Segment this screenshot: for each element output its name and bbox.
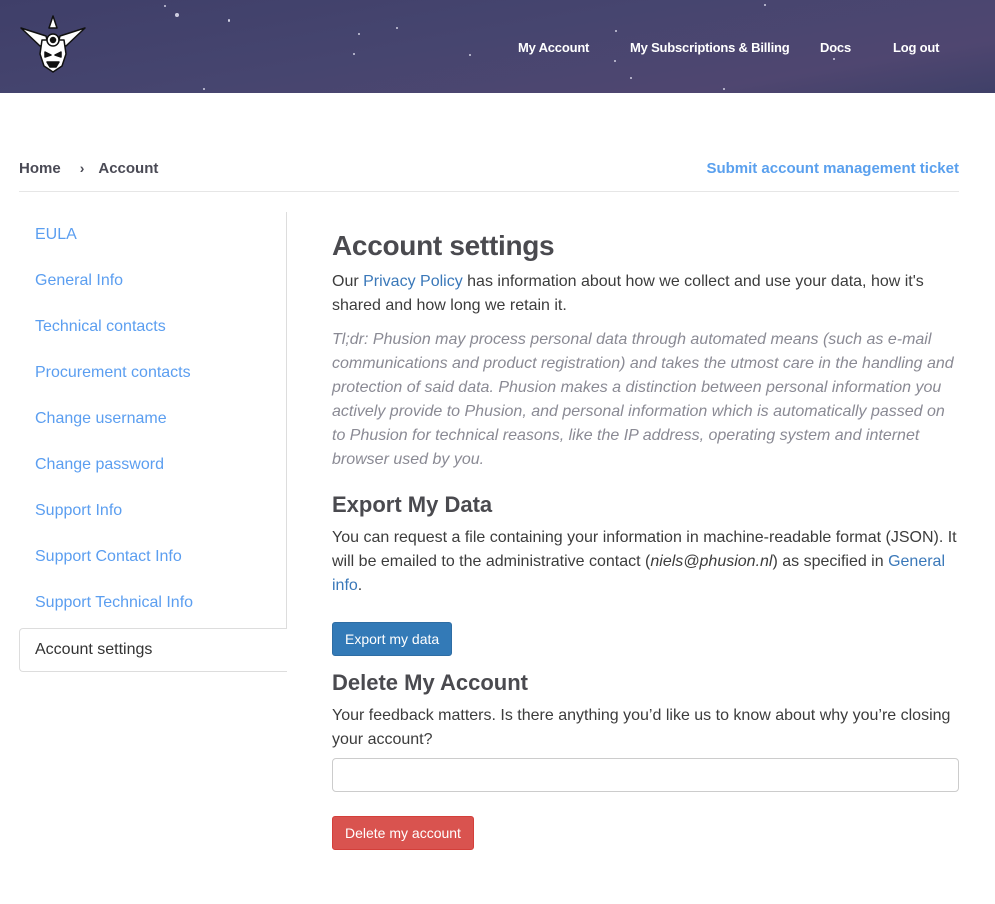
delete-heading: Delete My Account [332, 670, 529, 695]
main-content: Account settings Our Privacy Policy has … [332, 230, 959, 850]
star-decoration [358, 33, 360, 35]
privacy-policy-link[interactable]: Privacy Policy [363, 273, 463, 290]
breadcrumb-divider [19, 191, 959, 192]
page-title: Account settings [332, 230, 555, 261]
sidebar-item-support-technical-info[interactable]: Support Technical Info [35, 594, 193, 612]
export-text: ) as specified in [772, 553, 889, 570]
sidebar-item-support-info[interactable]: Support Info [35, 502, 122, 520]
sidebar-item-technical-contacts[interactable]: Technical contacts [35, 318, 166, 336]
star-decoration [164, 5, 166, 7]
sidebar-item-support-contact-info[interactable]: Support Contact Info [35, 548, 182, 566]
robot-logo-icon[interactable] [18, 14, 88, 74]
export-description: You can request a file containing your i… [332, 526, 959, 598]
breadcrumb-account: Account [98, 160, 159, 177]
star-decoration [723, 88, 725, 90]
star-decoration [630, 77, 632, 79]
breadcrumb: Home › Account [19, 160, 158, 177]
sidebar-item-account-settings[interactable]: Account settings [19, 628, 287, 672]
export-data-button[interactable]: Export my data [332, 622, 453, 656]
sidebar-item-change-password[interactable]: Change password [35, 456, 164, 474]
site-header: My Account My Subscriptions & Billing Do… [0, 0, 995, 93]
sidebar-item-eula[interactable]: EULA [35, 226, 77, 244]
admin-email: niels@phusion.nl [650, 553, 773, 570]
sidebar-item-change-username[interactable]: Change username [35, 410, 167, 428]
star-decoration [764, 4, 766, 6]
star-decoration [614, 60, 616, 62]
sidebar-item-general-info[interactable]: General Info [35, 272, 123, 290]
star-decoration [469, 54, 471, 56]
star-decoration [203, 88, 205, 90]
delete-description: Your feedback matters. Is there anything… [332, 707, 951, 748]
sidebar-item-label: Account settings [35, 641, 153, 658]
star-decoration [615, 30, 617, 32]
export-text: . [357, 577, 363, 594]
delete-account-button[interactable]: Delete my account [332, 816, 474, 850]
intro-text: Our [332, 273, 364, 290]
star-decoration [833, 58, 835, 60]
nav-log-out[interactable]: Log out [893, 40, 939, 55]
star-decoration [228, 20, 230, 22]
privacy-intro: Our Privacy Policy has information about… [332, 270, 959, 318]
breadcrumb-home[interactable]: Home [19, 160, 61, 177]
export-heading: Export My Data [332, 492, 493, 517]
tldr-text: Tl;dr: Phusion may process personal data… [332, 331, 954, 468]
nav-docs[interactable]: Docs [820, 40, 851, 55]
feedback-input[interactable] [332, 758, 959, 792]
star-decoration [353, 53, 355, 55]
star-decoration [175, 13, 179, 17]
nav-subscriptions-billing[interactable]: My Subscriptions & Billing [630, 40, 790, 55]
submit-ticket-link[interactable]: Submit account management ticket [706, 160, 959, 177]
sidebar-item-procurement-contacts[interactable]: Procurement contacts [35, 364, 191, 382]
breadcrumb-separator-icon: › [79, 160, 85, 176]
star-decoration [396, 27, 398, 29]
nav-my-account[interactable]: My Account [518, 40, 589, 55]
sidebar-divider [286, 212, 287, 628]
